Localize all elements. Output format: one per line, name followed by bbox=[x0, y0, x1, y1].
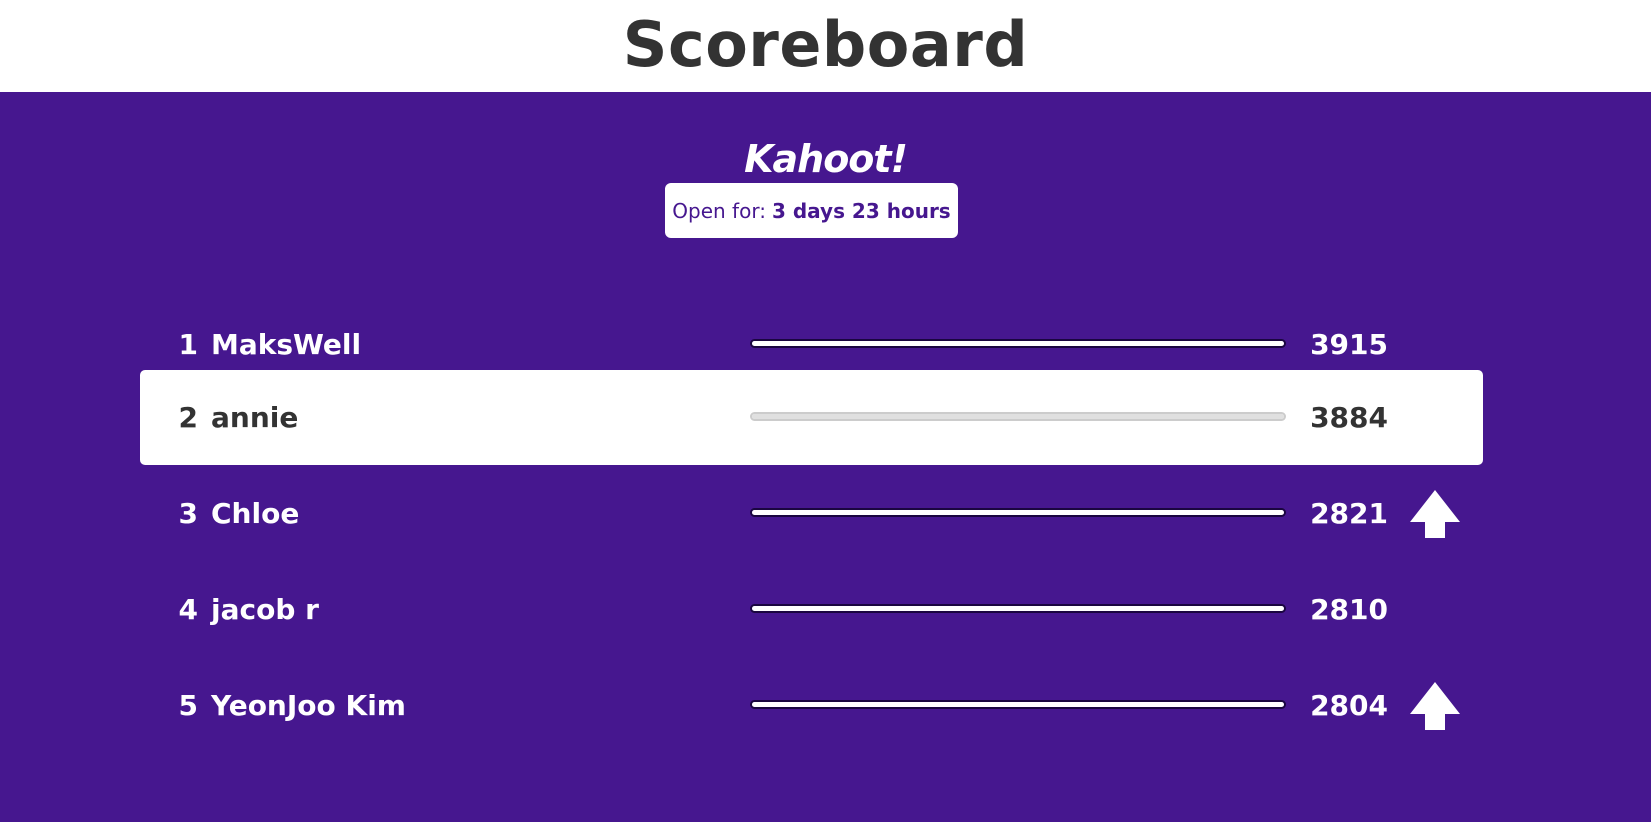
score-bar-fill bbox=[752, 606, 1284, 611]
scoreboard-row: 5 YeonJoo Kim 2804 bbox=[140, 658, 1483, 753]
kahoot-logo: Kahoot! bbox=[744, 137, 908, 181]
score-bar-fill bbox=[752, 702, 1284, 707]
open-for-badge: Open for: 3 days 23 hours bbox=[665, 183, 958, 238]
player-score: 2810 bbox=[1310, 593, 1388, 626]
score-bar-fill bbox=[752, 341, 1284, 346]
player-score: 2821 bbox=[1310, 497, 1388, 530]
player-name: annie bbox=[211, 401, 299, 434]
player-name: YeonJoo Kim bbox=[211, 689, 406, 722]
open-for-value: 3 days 23 hours bbox=[771, 198, 951, 223]
score-bar bbox=[750, 700, 1286, 709]
rank-number: 5 bbox=[178, 689, 198, 722]
score-bar bbox=[750, 604, 1286, 613]
rank-number: 2 bbox=[178, 401, 198, 434]
player-score: 3884 bbox=[1310, 401, 1388, 434]
scoreboard-row: 3 Chloe 2821 bbox=[140, 466, 1483, 561]
score-bar bbox=[750, 508, 1286, 517]
rank-up-arrow-icon bbox=[1410, 682, 1460, 730]
scoreboard-panel: Kahoot! Open for: 3 days 23 hours 1 Maks… bbox=[0, 92, 1651, 822]
rank-up-arrow-icon bbox=[1410, 490, 1460, 538]
score-bar-fill bbox=[752, 414, 1284, 419]
score-bar bbox=[750, 412, 1286, 421]
scoreboard-header: Scoreboard bbox=[0, 0, 1651, 92]
player-name: jacob r bbox=[211, 593, 319, 626]
score-bar-fill bbox=[752, 510, 1284, 515]
scoreboard-row-current-player: 2 annie 3884 bbox=[140, 370, 1483, 465]
rank-number: 3 bbox=[178, 497, 198, 530]
scoreboard-row: 4 jacob r 2810 bbox=[140, 562, 1483, 657]
player-name: Chloe bbox=[211, 497, 300, 530]
player-score: 2804 bbox=[1310, 689, 1388, 722]
open-for-label: Open for: bbox=[672, 198, 766, 223]
score-bar bbox=[750, 339, 1286, 348]
page-title: Scoreboard bbox=[622, 7, 1029, 81]
rank-number: 4 bbox=[178, 593, 198, 626]
